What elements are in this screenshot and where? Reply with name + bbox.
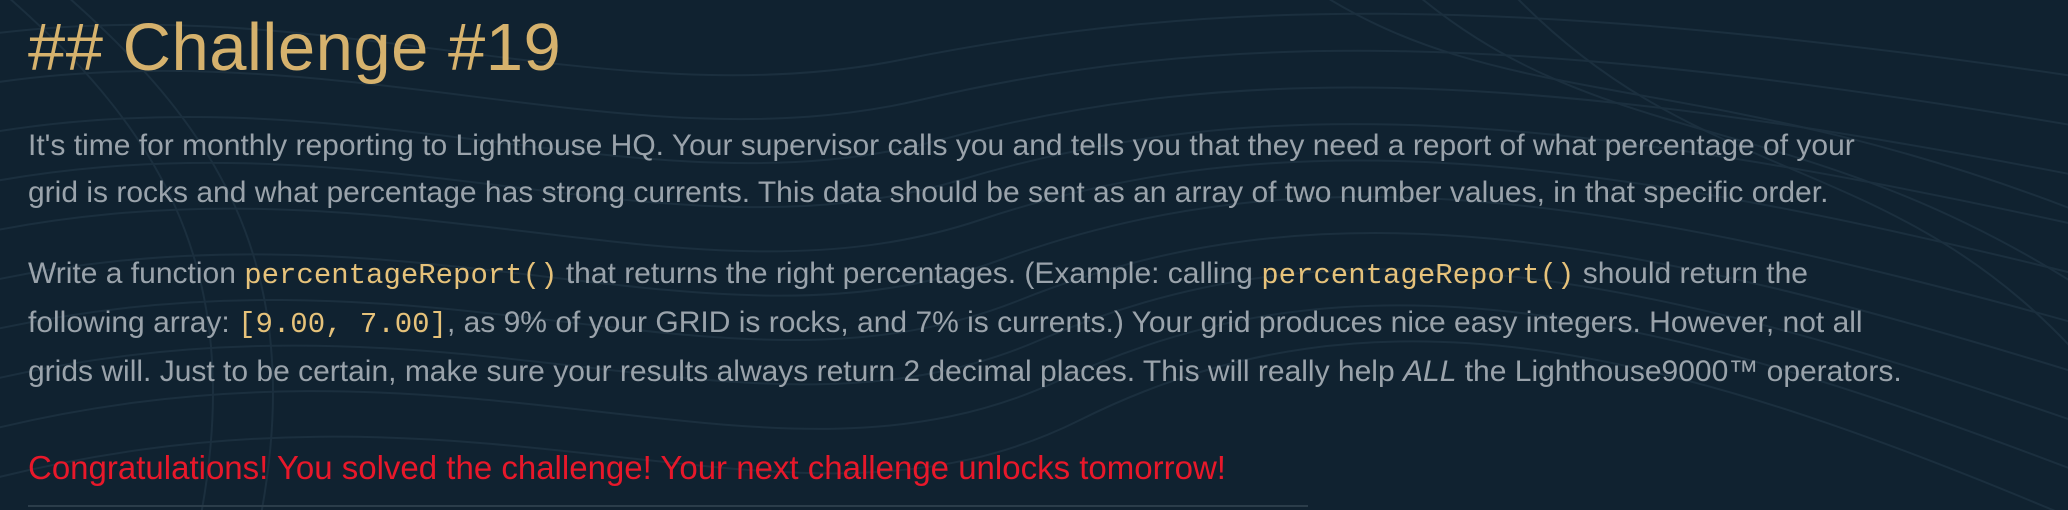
intro-line-2: grid is rocks and what percentage has st… — [28, 176, 1829, 209]
function-name-code: percentageReport() — [244, 259, 558, 292]
task-text: should return the — [1574, 257, 1808, 290]
task-text: that returns the right percentages. (Exa… — [557, 257, 1262, 290]
success-message: Congratulations! You solved the challeng… — [28, 449, 1226, 486]
task-text: following array: — [28, 306, 239, 339]
challenge-intro-paragraph: It's time for monthly reporting to Light… — [28, 122, 2048, 216]
task-text: grids will. Just to be certain, make sur… — [28, 355, 1403, 388]
intro-line-1: It's time for monthly reporting to Light… — [28, 129, 1855, 162]
function-name-code: percentageReport() — [1261, 259, 1575, 292]
task-text: the Lighthouse9000™ operators. — [1456, 355, 1902, 388]
bottom-divider — [28, 505, 1308, 507]
emphasis-text: ALL — [1403, 355, 1457, 388]
example-array-code: [9.00, 7.00] — [238, 308, 447, 341]
task-line-3: grids will. Just to be certain, make sur… — [28, 348, 2048, 395]
task-text: , as 9% of your GRID is rocks, and 7% is… — [446, 306, 1863, 339]
challenge-task-paragraph: Write a function percentageReport() that… — [28, 250, 2048, 395]
task-text: Write a function — [28, 257, 245, 290]
task-line-1: Write a function percentageReport() that… — [28, 250, 2048, 299]
task-line-2: following array: [9.00, 7.00], as 9% of … — [28, 299, 2048, 348]
challenge-title: ## Challenge #19 — [28, 10, 562, 85]
